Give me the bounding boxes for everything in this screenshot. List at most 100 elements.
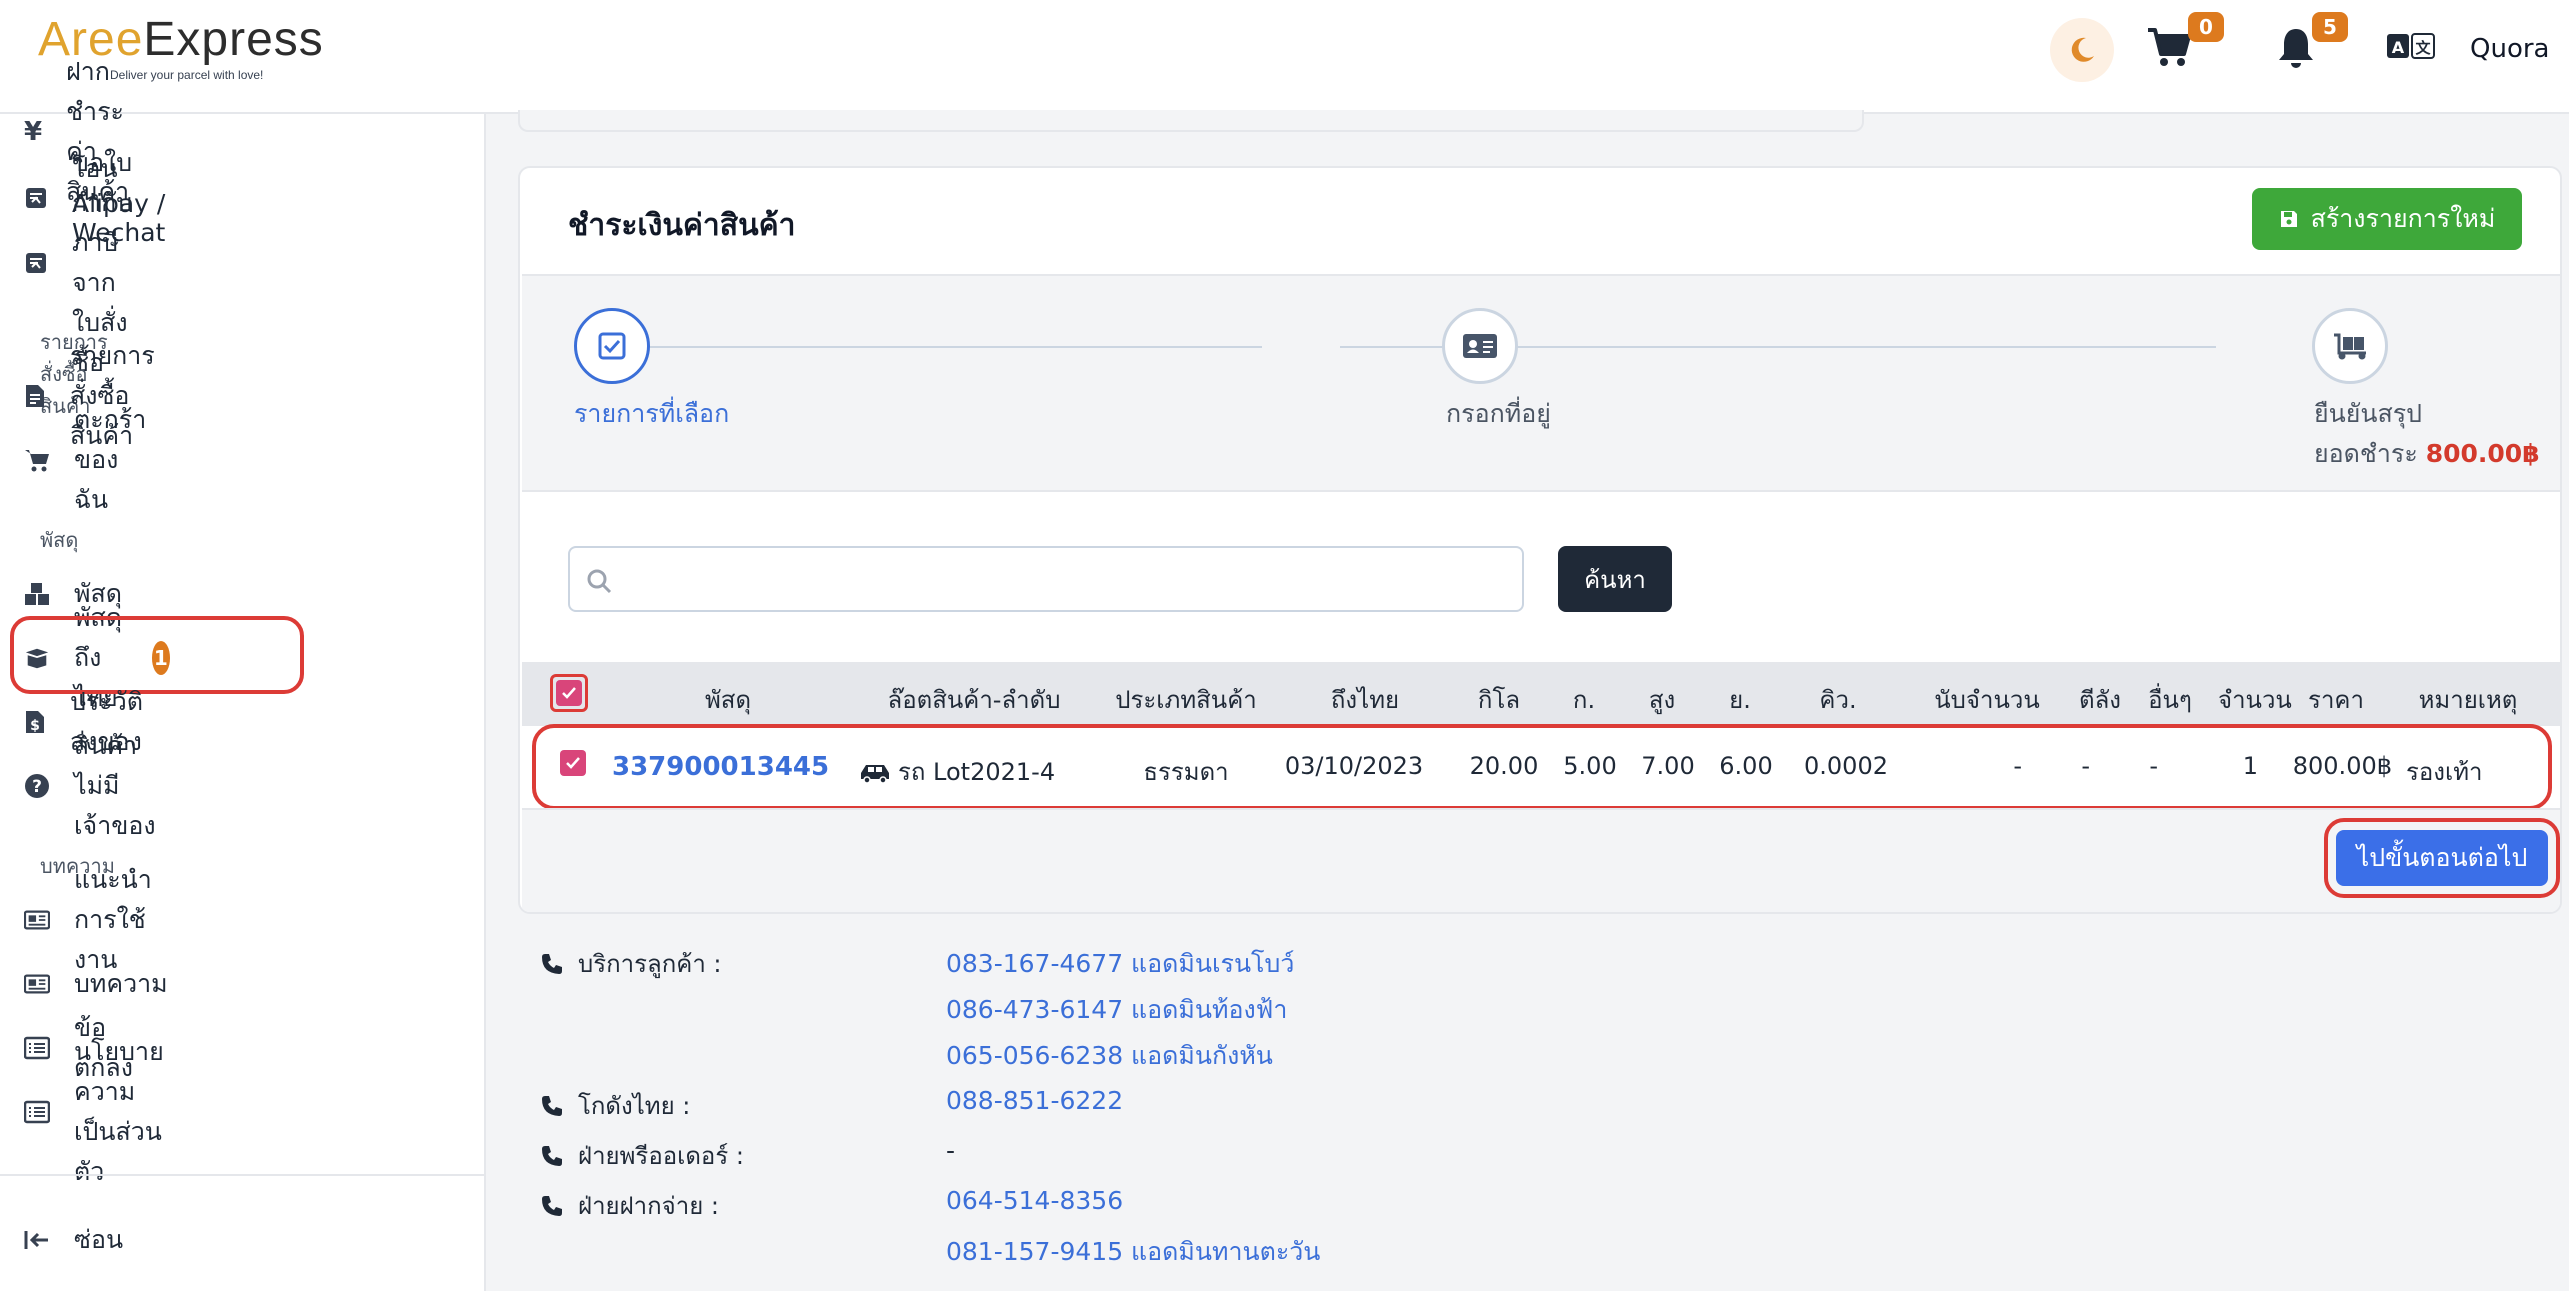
question-icon: ? — [24, 773, 50, 799]
step-3-circle[interactable] — [2312, 308, 2388, 384]
col-cbm[interactable]: คิว. — [1819, 680, 1856, 719]
boxes-icon — [24, 581, 50, 607]
newspaper-icon — [24, 971, 50, 997]
page-title: ชำระเงินค่าสินค้า — [568, 208, 796, 243]
contact-label-text: ฝ่ายพรีออเดอร์ : — [578, 1142, 744, 1170]
contact-phone-link[interactable]: 064-514-8356 — [946, 1186, 1123, 1215]
step-1-label: รายการที่เลือก — [574, 399, 730, 428]
moon-icon — [2071, 37, 2094, 62]
search-field[interactable] — [568, 546, 1524, 612]
step-3-label: ยืนยันสรุป — [2314, 399, 2423, 428]
step-2-label: กรอกที่อยู่ — [1446, 399, 1551, 428]
sidebar-item-label: นโยบายความเป็นส่วนตัว — [74, 1037, 164, 1186]
contact-label-text: ฝ่ายฝากจ่าย : — [578, 1192, 719, 1220]
col-length[interactable]: ย. — [1729, 680, 1751, 719]
cart-count-badge: 0 — [2188, 12, 2224, 42]
contact-phone-link[interactable]: 083-167-4677 แอดมินเรนโบว์ — [946, 944, 1294, 984]
contact-preorder-label: ฝ่ายพรีออเดอร์ : — [540, 1136, 744, 1175]
language-button[interactable]: A 文 — [2386, 32, 2436, 66]
dolly-icon — [2334, 333, 2366, 360]
phone-icon — [542, 1195, 562, 1216]
contact-customer-service-label: บริการลูกค้า : — [540, 944, 722, 983]
highlight-box-sidebar — [10, 616, 304, 694]
svg-text:?: ? — [32, 777, 42, 797]
contact-label-text: โกดังไทย : — [578, 1092, 691, 1120]
highlight-box-row — [532, 724, 2552, 810]
sidebar-item-label: บทความ — [74, 969, 168, 998]
col-kg[interactable]: กิโล — [1478, 680, 1520, 719]
col-note[interactable]: หมายเหตุ — [2419, 680, 2518, 719]
checkout-stepper: รายการที่เลือก กรอกที่อยู่ ยืนยันสรุป ยอ… — [522, 274, 2560, 492]
col-width[interactable]: ก. — [1573, 680, 1595, 719]
svg-text:A: A — [2392, 38, 2405, 57]
create-new-label: สร้างรายการใหม่ — [2310, 204, 2496, 233]
previous-card-edge — [518, 110, 1864, 132]
step-1-circle[interactable] — [574, 308, 650, 384]
search-icon — [587, 569, 612, 594]
sidebar-item-unclaimed-goods[interactable]: ? สินค้าไม่มีเจ้าของ — [24, 731, 156, 840]
collapse-left-icon — [24, 1227, 50, 1253]
newspaper-icon — [24, 907, 50, 933]
col-type[interactable]: ประเภทสินค้า — [1115, 680, 1256, 719]
col-parcel[interactable]: พัสดุ — [705, 680, 751, 719]
cart-button[interactable]: 0 — [2146, 12, 2224, 72]
bell-icon — [2279, 29, 2313, 68]
contact-deposit-label: ฝ่ายฝากจ่าย : — [540, 1186, 719, 1225]
table-header: พัสดุ ล๊อตสินค้า-ลำดับ ประเภทสินค้า ถึงไ… — [522, 662, 2560, 726]
table-footer: ไปขั้นตอนต่อไป — [522, 808, 2560, 912]
notification-count-badge: 5 — [2312, 12, 2348, 42]
cart-icon — [2148, 28, 2191, 66]
svg-text:$: $ — [30, 718, 40, 734]
highlight-box-select-all — [550, 674, 588, 712]
dark-mode-toggle[interactable] — [2050, 18, 2114, 82]
payment-card: ชำระเงินค่าสินค้า สร้างรายการใหม่ รายการ… — [518, 166, 2562, 914]
col-qty[interactable]: จำนวน — [2218, 680, 2292, 719]
sidebar-item-label: สินค้าไม่มีเจ้าของ — [74, 731, 156, 840]
receipt-icon: $ — [24, 709, 46, 735]
col-arrived[interactable]: ถึงไทย — [1331, 680, 1399, 719]
contact-value: - — [946, 1136, 956, 1165]
total-value: 800.00฿ — [2425, 439, 2540, 468]
logo-text-right: Express — [143, 13, 324, 66]
checkbox-icon — [598, 332, 626, 360]
sidebar-item-privacy-policy[interactable]: นโยบายความเป็นส่วนตัว — [24, 1037, 164, 1186]
col-crate[interactable]: ตีลัง — [2079, 680, 2121, 719]
contact-phone-link[interactable]: 081-157-9415 แอดมินทานตะวัน — [946, 1232, 1320, 1272]
search-input[interactable] — [624, 558, 1504, 600]
col-price[interactable]: ราคา — [2308, 680, 2364, 719]
phone-icon — [542, 953, 562, 974]
step-2-circle[interactable] — [1442, 308, 1518, 384]
sidebar-item-my-cart[interactable]: ตะกร้าของฉัน — [24, 405, 146, 514]
contact-label-text: บริการลูกค้า : — [578, 950, 722, 978]
sidebar-item-user-guide[interactable]: แนะนำการใช้งาน — [24, 865, 152, 974]
user-name[interactable]: Quora — [2470, 34, 2549, 64]
search-button[interactable]: ค้นหา — [1558, 546, 1672, 612]
col-height[interactable]: สูง — [1649, 680, 1675, 719]
invoice-icon — [24, 250, 48, 276]
create-new-button[interactable]: สร้างรายการใหม่ — [2252, 188, 2522, 250]
list-icon — [24, 1035, 50, 1061]
sidebar-item-articles[interactable]: บทความ — [24, 962, 168, 1006]
col-count-fee[interactable]: นับจำนวน — [1934, 680, 2039, 719]
translate-icon: A 文 — [2387, 33, 2435, 59]
notification-button[interactable]: 5 — [2276, 12, 2348, 74]
contact-phone-link[interactable]: 088-851-6222 — [946, 1086, 1123, 1115]
sidebar-collapse-button[interactable]: ซ่อน — [24, 1218, 123, 1262]
total-amount: ยอดชำระ 800.00฿ — [2314, 434, 2540, 474]
phone-icon — [542, 1095, 562, 1116]
col-other[interactable]: อื่นๆ — [2148, 680, 2192, 719]
sidebar-item-tax-invoice[interactable]: ขอใบกำกับภาษีจากใบสั่งซื้อ — [24, 148, 134, 377]
cart-icon — [24, 447, 50, 473]
logo-tagline: Deliver your parcel with love! — [110, 68, 264, 82]
svg-text:文: 文 — [2415, 39, 2431, 57]
sidebar-divider — [0, 1174, 484, 1176]
address-card-icon — [1463, 334, 1497, 358]
contact-phone-link[interactable]: 065-056-6238 แอดมินกังหัน — [946, 1036, 1273, 1076]
sidebar-section-parcels: พัสดุ — [40, 528, 79, 552]
phone-icon — [542, 1145, 562, 1166]
sidebar-collapse-label: ซ่อน — [74, 1225, 124, 1254]
col-lot[interactable]: ล๊อตสินค้า-ลำดับ — [888, 680, 1061, 719]
contact-phone-link[interactable]: 086-473-6147 แอดมินท้องฟ้า — [946, 990, 1287, 1030]
sidebar-item-label: ตะกร้าของฉัน — [74, 405, 147, 514]
contact-warehouse-label: โกดังไทย : — [540, 1086, 690, 1125]
